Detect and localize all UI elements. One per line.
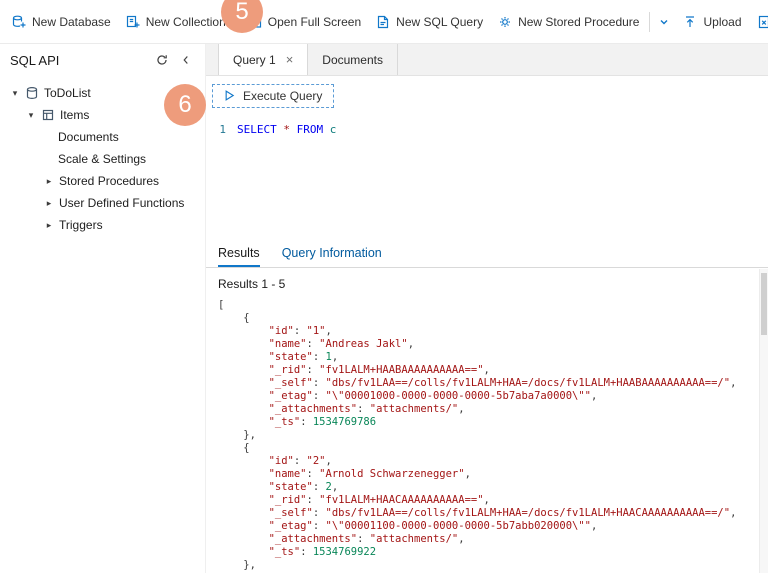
tree-item-label: Items xyxy=(60,108,90,122)
query-code: SELECT * FROM c xyxy=(237,122,336,137)
json-line: [ xyxy=(218,299,225,311)
collapse-chevron-icon xyxy=(183,56,188,64)
new-database-icon xyxy=(12,15,26,27)
json-line: "id": "1", xyxy=(268,325,332,337)
upload-button[interactable]: Upload xyxy=(675,7,748,37)
json-line: "_ts": 1534769922 xyxy=(268,546,377,558)
results-pane: Results Query Information Results 1 - 5 … xyxy=(206,240,768,573)
chevron-collapsed-icon[interactable]: ▸ xyxy=(44,176,54,187)
tab-documents[interactable]: Documents xyxy=(308,44,398,75)
open-full-screen-label: Open Full Screen xyxy=(267,14,362,29)
command-bar: New Database New Collection Open Full Sc… xyxy=(0,0,768,44)
json-line: "state": 2, xyxy=(268,481,339,493)
tab-query-1[interactable]: Query 1 × xyxy=(218,44,309,75)
annotation-number: 6 xyxy=(178,91,192,118)
json-line: "_etag": "\"00001000-0000-0000-0000-5b7a… xyxy=(268,390,598,402)
new-sql-query-icon xyxy=(378,15,389,28)
database-icon xyxy=(26,87,38,100)
json-line: { xyxy=(243,442,250,454)
collection-icon xyxy=(42,109,54,121)
annotation-step-6: 6 xyxy=(164,84,206,126)
tree-item-triggers[interactable]: ▸ Triggers xyxy=(0,214,205,236)
query-token: FROM xyxy=(296,123,324,136)
tree-item-label: ToDoList xyxy=(44,86,91,100)
sidebar-header: SQL API xyxy=(0,44,205,76)
tab-bar: Query 1 × Documents xyxy=(206,44,768,76)
json-line: "_attachments": "attachments/", xyxy=(268,403,465,415)
api-title: SQL API xyxy=(10,52,60,68)
json-line: "state": 1, xyxy=(268,351,339,363)
tab-label: Query 1 xyxy=(233,52,276,67)
tree-item-scale-settings[interactable]: Scale & Settings xyxy=(0,148,205,170)
json-line: { xyxy=(243,312,250,324)
json-line: "_self": "dbs/fv1LAA==/colls/fv1LALM+HAA… xyxy=(268,377,737,389)
tab-label: Documents xyxy=(322,52,383,67)
tree-item-label: Stored Procedures xyxy=(59,174,160,188)
json-line: "_attachments": "attachments/", xyxy=(268,533,465,545)
json-line: }, xyxy=(243,559,256,571)
tree-item-label: Scale & Settings xyxy=(58,152,147,166)
chevron-expanded-icon[interactable]: ▾ xyxy=(10,88,20,99)
new-sql-query-label: New SQL Query xyxy=(396,14,484,29)
new-database-button[interactable]: New Database xyxy=(4,7,118,37)
new-collection-label: New Collection xyxy=(145,14,226,29)
upload-label: Upload xyxy=(703,14,742,29)
chevron-collapsed-icon[interactable]: ▸ xyxy=(44,220,54,231)
delete-collection-icon xyxy=(758,15,768,28)
query-editor[interactable]: 1 SELECT * FROM c xyxy=(206,122,768,137)
json-line: "name": "Arnold Schwarzenegger", xyxy=(268,468,471,480)
main-pane: Query 1 × Documents Execute Query 1 SELE… xyxy=(206,44,768,573)
new-sql-query-button[interactable]: New SQL Query xyxy=(368,7,490,37)
new-stored-procedure-label: New Stored Procedure xyxy=(518,14,640,29)
json-line: "id": "2", xyxy=(268,455,332,467)
refresh-button[interactable] xyxy=(155,53,169,67)
refresh-icon xyxy=(157,55,167,65)
query-token: SELECT xyxy=(237,123,277,136)
execute-query-button[interactable]: Execute Query xyxy=(212,84,335,108)
toolbar-divider xyxy=(649,11,651,32)
tree-item-label: Triggers xyxy=(59,218,103,232)
chevron-expanded-icon[interactable]: ▾ xyxy=(26,110,36,121)
workspace: SQL API ▾ ToDoList ▾ Items Documents Sca… xyxy=(0,44,768,573)
results-count: Results 1 - 5 xyxy=(218,277,286,291)
close-tab-icon[interactable]: × xyxy=(286,53,294,66)
line-number: 1 xyxy=(219,123,226,136)
upload-icon xyxy=(686,15,695,27)
execute-query-label: Execute Query xyxy=(243,88,323,103)
new-stored-procedure-dropdown-button[interactable] xyxy=(653,7,675,37)
new-stored-procedure-icon xyxy=(500,16,511,27)
new-collection-icon xyxy=(126,15,140,27)
tree-item-label: User Defined Functions xyxy=(59,196,185,210)
chevron-collapsed-icon[interactable]: ▸ xyxy=(44,198,54,209)
json-line: "_rid": "fv1LALM+HAACAAAAAAAAAA==", xyxy=(268,494,490,506)
tab-results[interactable]: Results xyxy=(218,240,260,267)
json-line: "_self": "dbs/fv1LAA==/colls/fv1LALM+HAA… xyxy=(268,507,737,519)
tree-item-user-defined-functions[interactable]: ▸ User Defined Functions xyxy=(0,192,205,214)
new-collection-button[interactable]: New Collection xyxy=(118,7,233,37)
results-tab-bar: Results Query Information xyxy=(206,240,768,268)
sidebar-actions xyxy=(155,53,193,67)
json-line: "_ts": 1534769786 xyxy=(268,416,377,428)
scrollbar-thumb[interactable] xyxy=(761,273,767,335)
json-line: "_rid": "fv1LALM+HAABAAAAAAAAAA==", xyxy=(268,364,490,376)
query-token: c xyxy=(323,123,337,136)
json-line: }, xyxy=(243,429,256,441)
new-stored-procedure-button[interactable]: New Stored Procedure xyxy=(490,7,646,37)
play-icon xyxy=(225,90,235,101)
new-database-label: New Database xyxy=(32,14,111,29)
results-json[interactable]: [ { "id": "1", "name": "Andreas Jakl", "… xyxy=(206,296,768,572)
query-pane: Execute Query 1 SELECT * FROM c xyxy=(206,76,768,240)
tree-item-stored-procedures[interactable]: ▸ Stored Procedures xyxy=(0,170,205,192)
delete-collection-button[interactable]: Delete Collection xyxy=(749,7,768,37)
json-line: "name": "Andreas Jakl", xyxy=(268,338,415,350)
chevron-down-icon xyxy=(660,19,668,24)
json-line: "_etag": "\"00001100-0000-0000-0000-5b7a… xyxy=(268,520,598,532)
collapse-pane-button[interactable] xyxy=(179,53,193,67)
tab-query-information[interactable]: Query Information xyxy=(282,240,382,267)
tree-item-label: Documents xyxy=(58,130,119,144)
results-scrollbar[interactable] xyxy=(759,269,768,573)
annotation-number: 5 xyxy=(235,0,249,25)
query-token: * xyxy=(276,123,297,136)
tree-item-documents[interactable]: Documents xyxy=(0,126,205,148)
